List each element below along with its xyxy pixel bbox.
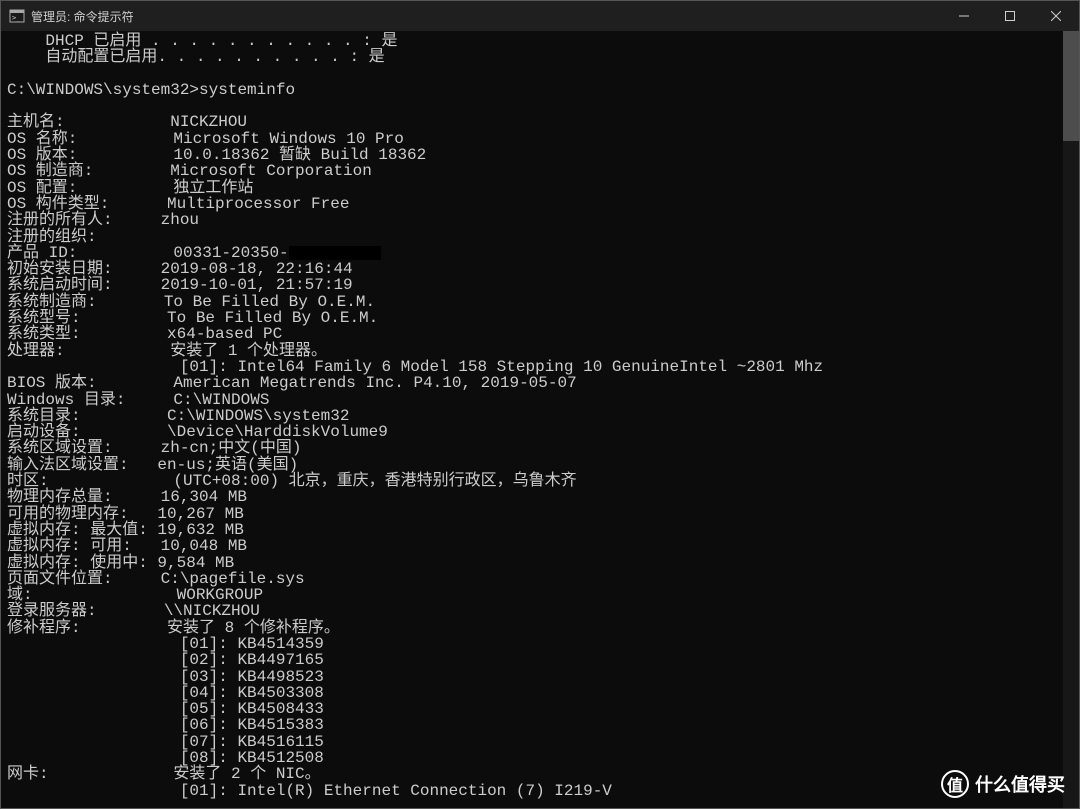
watermark-text: 什么值得买	[975, 771, 1065, 797]
cmd-icon: >_	[9, 8, 25, 24]
console-area: DHCP 已启用 . . . . . . . . . . . : 是 自动配置已…	[1, 31, 1079, 808]
maximize-button[interactable]	[987, 1, 1033, 31]
scrollbar-thumb[interactable]	[1063, 31, 1079, 141]
window-title: 管理员: 命令提示符	[31, 8, 134, 25]
svg-text:>_: >_	[12, 14, 21, 22]
watermark-badge-icon: 值	[941, 770, 969, 798]
window-controls	[941, 1, 1079, 31]
watermark: 值 什么值得买	[941, 770, 1065, 798]
app-window: >_ 管理员: 命令提示符 DHCP 已启用 . . . . . . . . .…	[0, 0, 1080, 809]
minimize-button[interactable]	[941, 1, 987, 31]
close-button[interactable]	[1033, 1, 1079, 31]
redacted-text	[289, 246, 381, 260]
titlebar[interactable]: >_ 管理员: 命令提示符	[1, 1, 1079, 31]
console-output[interactable]: DHCP 已启用 . . . . . . . . . . . : 是 自动配置已…	[1, 31, 1063, 808]
vertical-scrollbar[interactable]	[1063, 31, 1079, 808]
